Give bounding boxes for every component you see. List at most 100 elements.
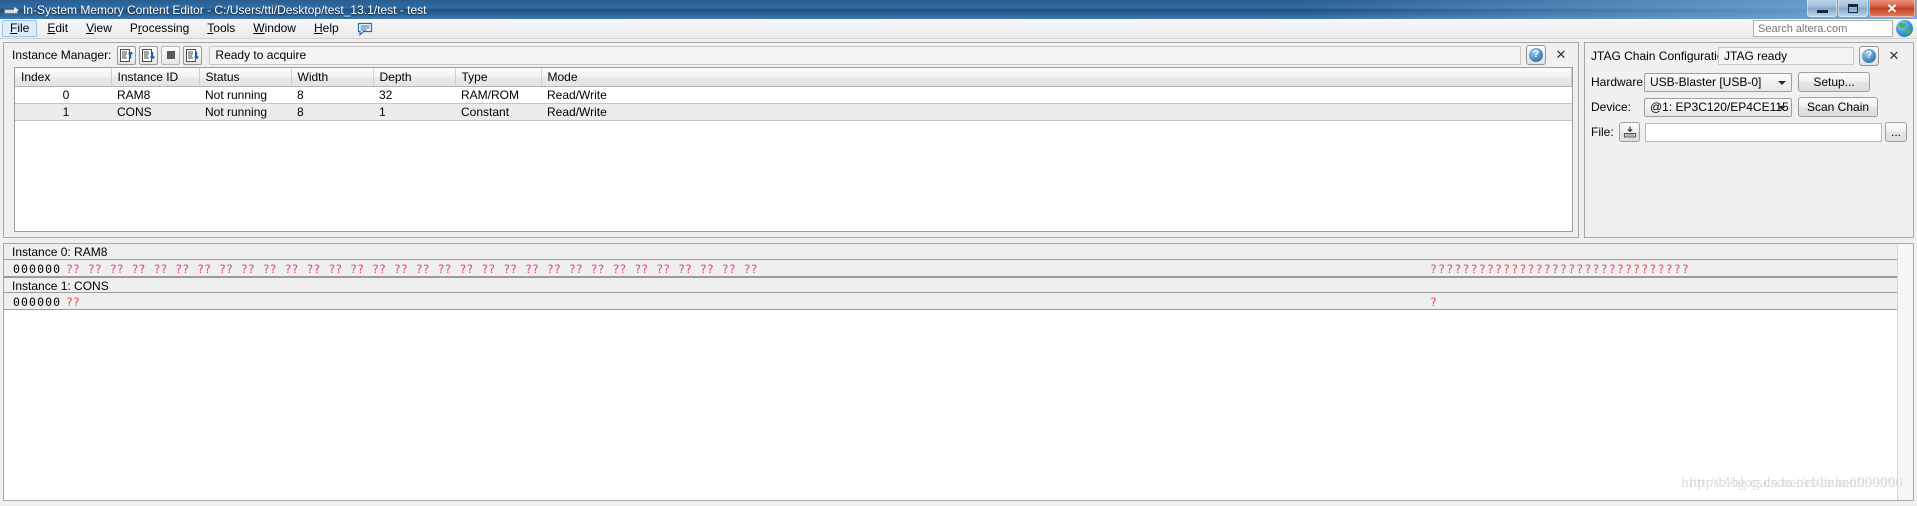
menu-processing[interactable]: Processing [122, 20, 197, 37]
col-instance-id[interactable]: Instance ID [111, 68, 200, 87]
setup-button[interactable]: Setup... [1798, 72, 1870, 92]
memory-byte[interactable]: ?? [350, 262, 364, 276]
memory-byte[interactable]: ?? [153, 262, 167, 276]
instance-manager-label: Instance Manager: [12, 48, 112, 62]
col-depth[interactable]: Depth [373, 68, 456, 87]
memory-row[interactable]: 000000 ?????????????????????????????????… [4, 260, 1913, 277]
cell-width: 8 [297, 88, 304, 102]
memory-content-inner: Instance 0: RAM8 000000 ????????????????… [4, 244, 1913, 480]
memory-byte[interactable]: ?? [219, 262, 233, 276]
title-bar: In-System Memory Content Editor - C:/Use… [0, 0, 1917, 19]
memory-byte[interactable]: ?? [656, 262, 670, 276]
search-input[interactable] [1753, 20, 1893, 37]
jtag-help-button[interactable]: ? [1859, 46, 1879, 66]
table-row[interactable]: 0 RAM8 Not running 8 32 RAM/ROM Read/Wri… [15, 87, 1572, 104]
memory-byte[interactable]: ?? [569, 262, 583, 276]
hardware-label: Hardware: [1591, 75, 1647, 89]
table-row[interactable]: 1 CONS Not running 8 1 Constant Read/Wri… [15, 103, 1572, 121]
memory-byte[interactable]: ?? [547, 262, 561, 276]
menu-file[interactable]: FFileile [2, 20, 38, 37]
jtag-close-button[interactable]: ✕ [1885, 47, 1903, 65]
memory-byte[interactable]: ?? [110, 262, 124, 276]
instance-manager-panel: Instance Manager: Ready to acquire ? ✕ I… [3, 42, 1579, 238]
minimize-button[interactable] [1807, 0, 1837, 17]
workspace: Instance Manager: Ready to acquire ? ✕ I… [0, 39, 1917, 506]
memory-byte[interactable]: ?? [503, 262, 517, 276]
memory-byte[interactable]: ?? [285, 262, 299, 276]
memory-byte[interactable]: ?? [634, 262, 648, 276]
memory-byte[interactable]: ?? [525, 262, 539, 276]
list-down-arrow-icon[interactable] [139, 45, 159, 65]
menu-bar: FFileile Edit View Processing Tools Wind… [0, 19, 1917, 39]
maximize-button[interactable] [1838, 0, 1868, 17]
close-panel-button[interactable]: ✕ [1552, 46, 1570, 64]
window-title: In-System Memory Content Editor - C:/Use… [23, 2, 427, 17]
memory-byte[interactable]: ?? [66, 295, 80, 309]
memory-byte[interactable]: ?? [591, 262, 605, 276]
memory-hex-bytes[interactable]: ?? [66, 295, 88, 309]
browse-file-button[interactable]: ... [1885, 122, 1907, 142]
memory-byte[interactable]: ?? [197, 262, 211, 276]
cell-index: 0 [62, 88, 70, 102]
memory-byte[interactable]: ?? [744, 262, 758, 276]
memory-byte[interactable]: ?? [722, 262, 736, 276]
memory-empty-area [4, 310, 1913, 480]
col-status[interactable]: Status [199, 68, 292, 87]
stop-square-icon[interactable] [161, 45, 181, 65]
col-width[interactable]: Width [291, 68, 374, 87]
instances-table: Index Instance ID Status Width Depth Typ… [15, 68, 1572, 121]
file-label: File: [1591, 125, 1614, 139]
memory-byte[interactable]: ?? [263, 262, 277, 276]
memory-byte[interactable]: ?? [175, 262, 189, 276]
jtag-status-row: JTAG Chain Configuration: JTAG ready ? ✕ [1591, 46, 1907, 66]
cell-mode: Read/Write [541, 103, 1572, 121]
memory-byte[interactable]: ?? [481, 262, 495, 276]
menu-tools[interactable]: Tools [199, 20, 243, 37]
menu-view[interactable]: View [78, 20, 120, 37]
col-index[interactable]: Index [15, 68, 112, 87]
close-button[interactable]: ✕ [1869, 0, 1915, 17]
file-input[interactable] [1645, 122, 1882, 142]
list-up-arrow-icon[interactable] [117, 45, 137, 65]
instance-0-header: Instance 0: RAM8 [4, 244, 1913, 260]
scan-chain-button[interactable]: Scan Chain [1798, 97, 1879, 117]
globe-icon[interactable] [1896, 20, 1913, 37]
memory-byte[interactable]: ?? [66, 262, 80, 276]
memory-byte[interactable]: ?? [438, 262, 452, 276]
memory-byte[interactable]: ?? [678, 262, 692, 276]
menu-edit[interactable]: Edit [39, 20, 76, 37]
help-button[interactable]: ? [1526, 45, 1546, 65]
memory-byte[interactable]: ?? [372, 262, 386, 276]
col-type[interactable]: Type [455, 68, 542, 87]
memory-vertical-scrollbar[interactable] [1897, 244, 1913, 500]
memory-hex-bytes[interactable]: ????????????????????????????????????????… [66, 262, 766, 276]
device-select[interactable]: @1: EP3C120/EP4CE115 (0x020 [1644, 97, 1792, 117]
memory-byte[interactable]: ?? [306, 262, 320, 276]
memory-byte[interactable]: ?? [459, 262, 473, 276]
help-icon: ? [1862, 49, 1876, 63]
memory-byte[interactable]: ?? [241, 262, 255, 276]
memory-byte[interactable]: ?? [328, 262, 342, 276]
message-bubble-icon[interactable] [357, 22, 373, 36]
download-chain-icon[interactable] [1619, 122, 1640, 142]
col-mode[interactable]: Mode [541, 68, 1572, 87]
memory-byte[interactable]: ?? [612, 262, 626, 276]
memory-editor-icon [3, 3, 19, 17]
memory-byte[interactable]: ?? [394, 262, 408, 276]
jtag-title: JTAG Chain Configuration: [1591, 49, 1734, 63]
memory-byte[interactable]: ?? [416, 262, 430, 276]
table-header-row: Index Instance ID Status Width Depth Typ… [15, 68, 1572, 87]
chevron-down-icon [1778, 80, 1786, 85]
memory-byte[interactable]: ?? [88, 262, 102, 276]
hardware-select[interactable]: USB-Blaster [USB-0] [1644, 72, 1792, 92]
cell-type: Constant [455, 103, 541, 121]
memory-byte[interactable]: ?? [132, 262, 146, 276]
menu-window[interactable]: Window [245, 20, 304, 37]
memory-byte[interactable]: ?? [700, 262, 714, 276]
list-down-icon[interactable] [183, 45, 203, 65]
memory-ascii: ? [1430, 295, 1439, 309]
instance-manager-toolbar: Instance Manager: Ready to acquire ? ✕ [4, 43, 1578, 67]
menu-help[interactable]: Help [306, 20, 347, 37]
memory-ascii: ???????????????????????????????? [1430, 262, 1690, 276]
memory-row[interactable]: 000000 ?? ? [4, 293, 1913, 310]
